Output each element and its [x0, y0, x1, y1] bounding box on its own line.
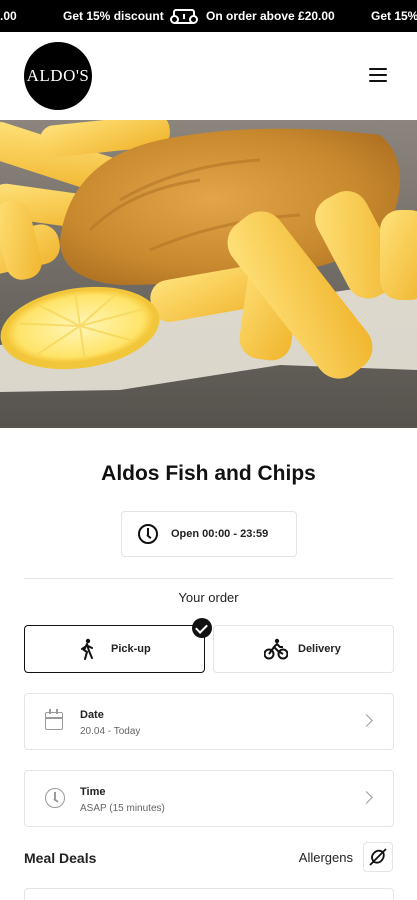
time-label: Time — [80, 786, 106, 798]
selected-check-icon — [192, 618, 212, 638]
date-selector[interactable]: Date 20.04 - Today — [24, 693, 394, 750]
ticket-icon — [170, 0, 198, 32]
pickup-option[interactable]: Pick-up — [24, 625, 205, 673]
hamburger-menu-icon[interactable] — [369, 68, 387, 82]
allergens-link[interactable]: Allergens — [299, 850, 353, 865]
date-label: Date — [80, 709, 104, 721]
delivery-label: Delivery — [298, 643, 341, 655]
promo-discount-repeat: Get 15% — [371, 9, 417, 23]
clock-icon — [45, 788, 65, 809]
hero-image — [0, 120, 417, 428]
header: ALDO'S — [0, 32, 417, 120]
chevron-right-icon — [360, 791, 373, 804]
allergens-button[interactable] — [363, 842, 393, 872]
logo[interactable]: ALDO'S — [24, 42, 92, 110]
your-order-heading: Your order — [178, 590, 239, 605]
restaurant-name: Aldos Fish and Chips — [101, 462, 316, 485]
time-selector[interactable]: Time ASAP (15 minutes) — [24, 770, 394, 827]
pickup-label: Pick-up — [111, 643, 151, 655]
bicycle-icon — [264, 638, 288, 660]
divider — [24, 578, 393, 579]
fish-and-chips-image — [0, 120, 417, 428]
date-value: 20.04 - Today — [80, 726, 141, 737]
promo-fragment: .00 — [0, 9, 17, 23]
delivery-option[interactable]: Delivery — [213, 625, 394, 673]
walking-person-icon — [81, 638, 93, 660]
menu-card[interactable] — [24, 888, 394, 900]
time-value: ASAP (15 minutes) — [80, 803, 165, 814]
promo-banner: .00 Get 15% discount On order above £20.… — [0, 0, 417, 32]
allergen-icon — [369, 848, 387, 866]
promo-condition: On order above £20.00 — [206, 9, 335, 23]
calendar-icon — [45, 709, 63, 730]
opening-hours: Open 00:00 - 23:59 — [121, 511, 297, 557]
opening-hours-text: Open 00:00 - 23:59 — [171, 528, 269, 540]
section-title: Meal Deals — [24, 850, 97, 866]
promo-discount: Get 15% discount — [63, 9, 164, 23]
chevron-right-icon — [360, 714, 373, 727]
clock-icon — [138, 524, 158, 544]
